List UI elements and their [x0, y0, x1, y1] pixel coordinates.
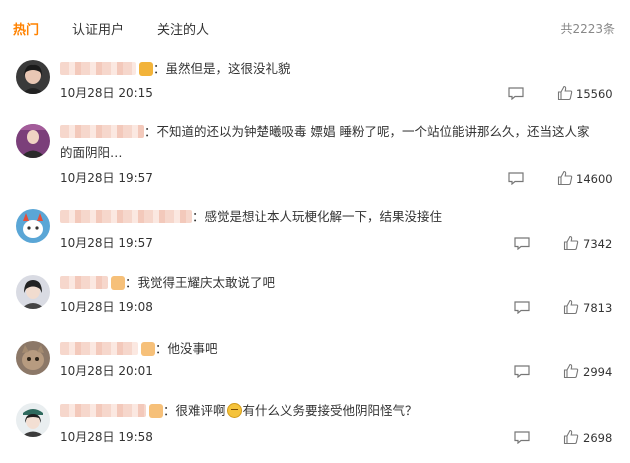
- tab-following[interactable]: 关注的人: [157, 19, 209, 38]
- comment-item: ：很难评啊 有什么义务要接受他阴阳怪气？ 10月28日 19:58 2698: [0, 400, 630, 450]
- comment-time: 10月28日 19:57: [60, 236, 153, 250]
- tab-verified-users[interactable]: 认证用户: [72, 19, 124, 38]
- comment-item: ：不知道的还以为钟楚曦吸毒 嫖娼 睡粉了呢，一个站位能讲那么久，还当这人家的面阴…: [0, 121, 630, 189]
- comment-content: ：不知道的还以为钟楚曦吸毒 嫖娼 睡粉了呢，一个站位能讲那么久，还当这人家的面阴…: [60, 121, 600, 163]
- comment-time: 10月28日 20:01: [60, 364, 153, 378]
- comment-item: ：虽然但是，这很没礼貌 10月28日 20:15 15560: [0, 58, 630, 104]
- laughing-emoji-icon: [226, 403, 242, 418]
- comment-item: ：他没事吧 10月28日 20:01 2994: [0, 338, 630, 384]
- fan-badge-icon: [111, 276, 125, 290]
- avatar[interactable]: [16, 403, 50, 437]
- comment-content: ：感觉是想让本人玩梗化解一下，结果没接住: [60, 206, 600, 227]
- avatar[interactable]: [16, 124, 50, 158]
- comment-time: 10月28日 19:08: [60, 300, 153, 314]
- comment-item: ：我觉得王耀庆太敢说了吧 10月28日 19:08 7813: [0, 272, 630, 318]
- comment-time: 10月28日 19:58: [60, 430, 153, 444]
- comment-icon[interactable]: [508, 172, 524, 185]
- comment-icon[interactable]: [514, 365, 530, 378]
- username[interactable]: [60, 210, 192, 223]
- comment-content: ：他没事吧: [60, 338, 600, 359]
- like-count: 14600: [576, 172, 613, 186]
- thumbs-up-icon[interactable]: [563, 363, 579, 379]
- like-count: 2994: [583, 365, 613, 379]
- comment-total-count: 共2223条: [560, 22, 615, 36]
- comment-text: ：他没事吧: [155, 341, 218, 356]
- comment-tabs: 热门 认证用户 关注的人 共2223条: [0, 0, 630, 52]
- avatar[interactable]: [16, 60, 50, 94]
- fan-badge-icon: [141, 342, 155, 356]
- like-count: 7342: [583, 237, 613, 251]
- username[interactable]: [60, 342, 138, 355]
- comment-icon[interactable]: [514, 431, 530, 444]
- tab-hot[interactable]: 热门: [13, 19, 39, 38]
- comment-icon[interactable]: [514, 237, 530, 250]
- username[interactable]: [60, 276, 108, 289]
- comment-icon[interactable]: [508, 87, 524, 100]
- username[interactable]: [60, 404, 146, 417]
- comment-time: 10月28日 19:57: [60, 171, 153, 185]
- comment-text: ：感觉是想让本人玩梗化解一下，结果没接住: [192, 209, 443, 224]
- avatar[interactable]: [16, 275, 50, 309]
- comment-content: ：虽然但是，这很没礼貌: [60, 58, 600, 79]
- like-count: 15560: [576, 87, 613, 101]
- thumbs-up-icon[interactable]: [563, 235, 579, 251]
- comment-text: ：我觉得王耀庆太敢说了吧: [125, 275, 276, 290]
- comment-text: ：虽然但是，这很没礼貌: [153, 61, 291, 76]
- username[interactable]: [60, 62, 136, 75]
- thumbs-up-icon[interactable]: [563, 429, 579, 445]
- comment-icon[interactable]: [514, 301, 530, 314]
- username[interactable]: [60, 125, 144, 138]
- comment-text-after: 有什么义务要接受他阴阳怪气？: [242, 403, 418, 418]
- comment-item: ：感觉是想让本人玩梗化解一下，结果没接住 10月28日 19:57 7342: [0, 206, 630, 252]
- like-count: 2698: [583, 431, 613, 445]
- fan-badge-icon: [139, 62, 153, 76]
- comment-content: ：很难评啊 有什么义务要接受他阴阳怪气？: [60, 400, 600, 421]
- comment-text-before: ：很难评啊: [163, 403, 226, 418]
- thumbs-up-icon[interactable]: [563, 299, 579, 315]
- comment-time: 10月28日 20:15: [60, 86, 153, 100]
- comment-content: ：我觉得王耀庆太敢说了吧: [60, 272, 600, 293]
- fan-badge-icon: [149, 404, 163, 418]
- thumbs-up-icon[interactable]: [557, 85, 573, 101]
- avatar[interactable]: [16, 209, 50, 243]
- avatar[interactable]: [16, 341, 50, 375]
- like-count: 7813: [583, 301, 613, 315]
- thumbs-up-icon[interactable]: [557, 170, 573, 186]
